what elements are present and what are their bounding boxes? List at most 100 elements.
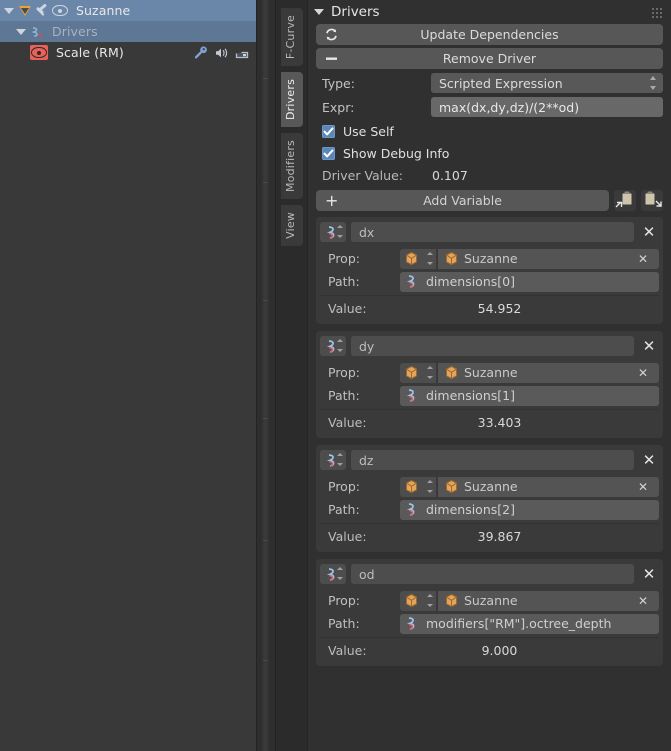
variable-prop-row: Prop: Suzanne ✕ — [320, 247, 659, 270]
prop-object-field[interactable]: Suzanne ✕ — [438, 590, 659, 611]
driver-type-label: Type: — [322, 75, 355, 91]
path-label: Path: — [328, 616, 360, 631]
show-debug-row[interactable]: Show Debug Info — [316, 142, 663, 164]
clear-object-button[interactable]: ✕ — [633, 591, 653, 611]
variable-value: 9.000 — [481, 642, 518, 658]
path-value: dimensions[0] — [426, 274, 515, 289]
chevron-updown-icon — [337, 453, 343, 466]
speaker-icon[interactable] — [214, 46, 229, 60]
tab-drivers[interactable]: Drivers — [280, 72, 303, 128]
copy-driver-button[interactable] — [614, 190, 636, 211]
remove-variable-button[interactable]: ✕ — [639, 222, 659, 242]
editor-edge-strip[interactable] — [256, 0, 276, 751]
variable-list: dx ✕ Prop: Suzanne ✕ Path: dimensions[0]… — [316, 217, 663, 666]
wrench-icon[interactable] — [193, 45, 208, 60]
path-input[interactable]: dimensions[0] — [400, 271, 659, 292]
variable-name-input[interactable]: dz — [351, 450, 634, 470]
render-icon[interactable] — [235, 46, 250, 60]
refresh-icon — [324, 24, 339, 45]
disclosure-triangle-icon[interactable] — [16, 28, 26, 35]
clear-object-button[interactable]: ✕ — [633, 477, 653, 497]
update-dependencies-button[interactable]: Update Dependencies — [316, 24, 663, 45]
panel-collapse-triangle-icon[interactable] — [314, 9, 324, 15]
prop-object-field[interactable]: Suzanne ✕ — [438, 248, 659, 269]
id-type-selector[interactable] — [400, 362, 436, 383]
drivers-panel: Drivers Update Dependencies Remove Drive… — [308, 0, 671, 751]
chevron-updown-icon — [427, 593, 433, 607]
plus-icon: + — [325, 190, 339, 210]
path-label: Path: — [328, 388, 360, 403]
pin-icon[interactable] — [35, 2, 49, 18]
show-debug-checkbox[interactable] — [322, 146, 335, 160]
remove-variable-button[interactable]: ✕ — [639, 564, 659, 584]
tab-f-curve[interactable]: F-Curve — [280, 8, 303, 67]
path-value: dimensions[2] — [426, 502, 515, 517]
variable-path-row: Path: dimensions[0] — [320, 270, 659, 293]
id-type-selector[interactable] — [400, 590, 436, 611]
prop-selector: Suzanne ✕ — [400, 248, 659, 269]
variable-card: dz ✕ Prop: Suzanne ✕ Path: dimensions[2]… — [316, 445, 663, 552]
clear-object-button[interactable]: ✕ — [633, 249, 653, 269]
id-type-selector[interactable] — [400, 248, 436, 269]
variable-type-selector[interactable] — [320, 222, 346, 242]
value-label: Value: — [328, 528, 367, 544]
path-input[interactable]: modifiers["RM"].octree_depth — [400, 613, 659, 634]
outliner-row-drivers[interactable]: Drivers — [0, 21, 256, 42]
variable-card: dy ✕ Prop: Suzanne ✕ Path: dimensions[1]… — [316, 331, 663, 438]
variable-name-input[interactable]: dy — [351, 336, 634, 356]
add-variable-row: + Add Variable — [316, 190, 663, 211]
driver-type-dropdown[interactable]: Scripted Expression — [431, 73, 663, 93]
driver-value-row: Driver Value: 0.107 — [316, 164, 663, 186]
eye-icon[interactable] — [52, 4, 68, 17]
variable-type-selector[interactable] — [320, 336, 346, 356]
outliner-label-suzanne: Suzanne — [76, 3, 131, 18]
path-input[interactable]: dimensions[1] — [400, 385, 659, 406]
variable-path-row: Path: dimensions[2] — [320, 498, 659, 521]
chevron-updown-icon — [650, 76, 657, 90]
variable-type-selector[interactable] — [320, 450, 346, 470]
add-variable-button[interactable]: + Add Variable — [316, 190, 609, 211]
variable-name-input[interactable]: dx — [351, 222, 634, 242]
chevron-updown-icon — [427, 365, 433, 379]
variable-name-input[interactable]: od — [351, 564, 634, 584]
path-input[interactable]: dimensions[2] — [400, 499, 659, 520]
use-self-checkbox[interactable] — [322, 124, 335, 138]
path-label: Path: — [328, 274, 360, 289]
variable-value-row: Value: 9.000 — [320, 637, 659, 662]
prop-object-field[interactable]: Suzanne ✕ — [438, 362, 659, 383]
remove-variable-button[interactable]: ✕ — [639, 450, 659, 470]
driver-expr-input[interactable]: max(dx,dy,dz)/(2**od) — [431, 97, 663, 117]
driver-expr-value: max(dx,dy,dz)/(2**od) — [439, 99, 580, 115]
variable-prop-row: Prop: Suzanne ✕ — [320, 361, 659, 384]
value-label: Value: — [328, 642, 367, 658]
use-self-row[interactable]: Use Self — [316, 120, 663, 142]
prop-label: Prop: — [328, 251, 360, 266]
outliner-row-icons — [193, 45, 256, 60]
edge-rail[interactable] — [262, 0, 269, 751]
outliner-label-scale-rm: Scale (RM) — [56, 45, 124, 60]
id-type-selector[interactable] — [400, 476, 436, 497]
tab-f-curve-label: F-Curve — [283, 15, 297, 60]
eye-icon-red[interactable] — [30, 45, 48, 60]
paste-driver-button[interactable] — [641, 190, 663, 211]
disclosure-triangle-icon[interactable] — [4, 7, 14, 14]
driver-expr-row: Expr: max(dx,dy,dz)/(2**od) — [316, 96, 663, 118]
remove-driver-button[interactable]: Remove Driver — [316, 48, 663, 69]
drivers-panel-header[interactable]: Drivers — [308, 0, 671, 24]
remove-variable-button[interactable]: ✕ — [639, 336, 659, 356]
variable-value: 39.867 — [477, 528, 522, 544]
panel-grip-icon[interactable] — [652, 7, 665, 18]
prop-label: Prop: — [328, 365, 360, 380]
add-variable-label: Add Variable — [423, 193, 502, 208]
prop-object-field[interactable]: Suzanne ✕ — [438, 476, 659, 497]
outliner-row-scale-rm[interactable]: Scale (RM) — [0, 42, 256, 63]
outliner-row-suzanne[interactable]: Suzanne — [0, 0, 256, 21]
show-debug-label: Show Debug Info — [343, 145, 450, 161]
chevron-updown-icon — [337, 567, 343, 580]
clear-object-button[interactable]: ✕ — [633, 363, 653, 383]
tab-modifiers[interactable]: Modifiers — [280, 133, 303, 200]
tab-view[interactable]: View — [280, 205, 303, 247]
prop-label: Prop: — [328, 479, 360, 494]
variable-name-value: od — [359, 566, 375, 582]
variable-type-selector[interactable] — [320, 564, 346, 584]
